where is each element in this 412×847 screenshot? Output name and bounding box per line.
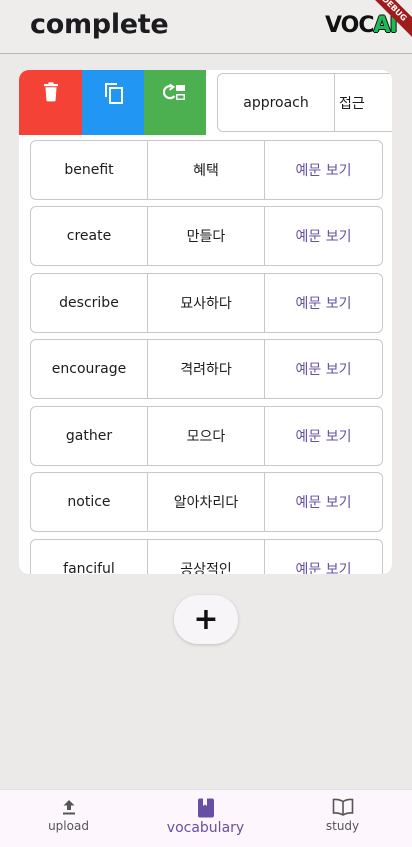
meaning-cell: 접근 bbox=[339, 95, 365, 112]
table-row[interactable]: describe 묘사하다 예문 보기 bbox=[30, 273, 383, 333]
view-example-button[interactable]: 예문 보기 bbox=[265, 540, 382, 574]
meaning-cell: 격려하다 bbox=[148, 340, 265, 398]
view-example-button[interactable]: 예문 보기 bbox=[265, 340, 382, 398]
swiped-row: approach 접근 bbox=[19, 70, 392, 135]
table-row[interactable]: create 만들다 예문 보기 bbox=[30, 206, 383, 266]
meaning-cell: 공상적인 bbox=[148, 540, 265, 574]
table-row[interactable]: gather 모으다 예문 보기 bbox=[30, 406, 383, 466]
swap-icon bbox=[163, 83, 185, 100]
word-cell: gather bbox=[31, 407, 148, 465]
nav-item-upload[interactable]: upload bbox=[0, 790, 137, 847]
word-cell: encourage bbox=[31, 340, 148, 398]
nav-item-study[interactable]: study bbox=[274, 790, 411, 847]
upload-icon bbox=[62, 800, 75, 815]
logo-voc: VOC bbox=[325, 13, 374, 38]
view-example-button[interactable]: 예문 보기 bbox=[265, 473, 382, 531]
swiped-word-row[interactable]: approach 접근 bbox=[217, 73, 392, 132]
word-cell: describe bbox=[31, 274, 148, 332]
table-row[interactable]: encourage 격려하다 예문 보기 bbox=[30, 339, 383, 399]
trash-icon bbox=[43, 82, 58, 102]
meaning-cell: 모으다 bbox=[148, 407, 265, 465]
nav-label: vocabulary bbox=[166, 820, 245, 836]
table-row[interactable]: fanciful 공상적인 예문 보기 bbox=[30, 539, 383, 574]
nav-label: study bbox=[325, 819, 360, 833]
view-example-button[interactable]: 예문 보기 bbox=[265, 274, 382, 332]
view-example-button[interactable]: 예문 보기 bbox=[265, 141, 382, 199]
app-bar: complete VOCAI DEBUG bbox=[0, 0, 412, 54]
delete-button[interactable] bbox=[19, 70, 82, 135]
word-cell: benefit bbox=[31, 141, 148, 199]
swap-button[interactable] bbox=[144, 70, 206, 135]
app-logo: VOCAI bbox=[325, 13, 398, 38]
vocabulary-card: approach 접근 benefit 혜택 예문 보기 create 만들다 … bbox=[19, 70, 392, 574]
meaning-cell: 묘사하다 bbox=[148, 274, 265, 332]
word-cell: create bbox=[31, 207, 148, 265]
table-row[interactable]: notice 알아차리다 예문 보기 bbox=[30, 472, 383, 532]
view-example-button[interactable]: 예문 보기 bbox=[265, 407, 382, 465]
word-cell: notice bbox=[31, 473, 148, 531]
copy-button[interactable] bbox=[82, 70, 145, 135]
meaning-cell: 알아차리다 bbox=[148, 473, 265, 531]
nav-label: upload bbox=[48, 819, 89, 833]
add-word-button[interactable]: + bbox=[174, 595, 238, 644]
nav-item-vocabulary[interactable]: vocabulary bbox=[137, 790, 274, 847]
book-icon bbox=[197, 798, 214, 818]
meaning-cell: 혜택 bbox=[148, 141, 265, 199]
view-example-button[interactable]: 예문 보기 bbox=[265, 207, 382, 265]
bottom-navigation: upload vocabulary study bbox=[0, 789, 412, 847]
word-cell: fanciful bbox=[31, 540, 148, 574]
meaning-cell: 만들다 bbox=[148, 207, 265, 265]
page-title: complete bbox=[30, 9, 169, 40]
copy-icon bbox=[104, 83, 123, 104]
word-cell: approach bbox=[218, 74, 335, 131]
table-row[interactable]: benefit 혜택 예문 보기 bbox=[30, 140, 383, 200]
open-book-icon bbox=[332, 798, 353, 816]
